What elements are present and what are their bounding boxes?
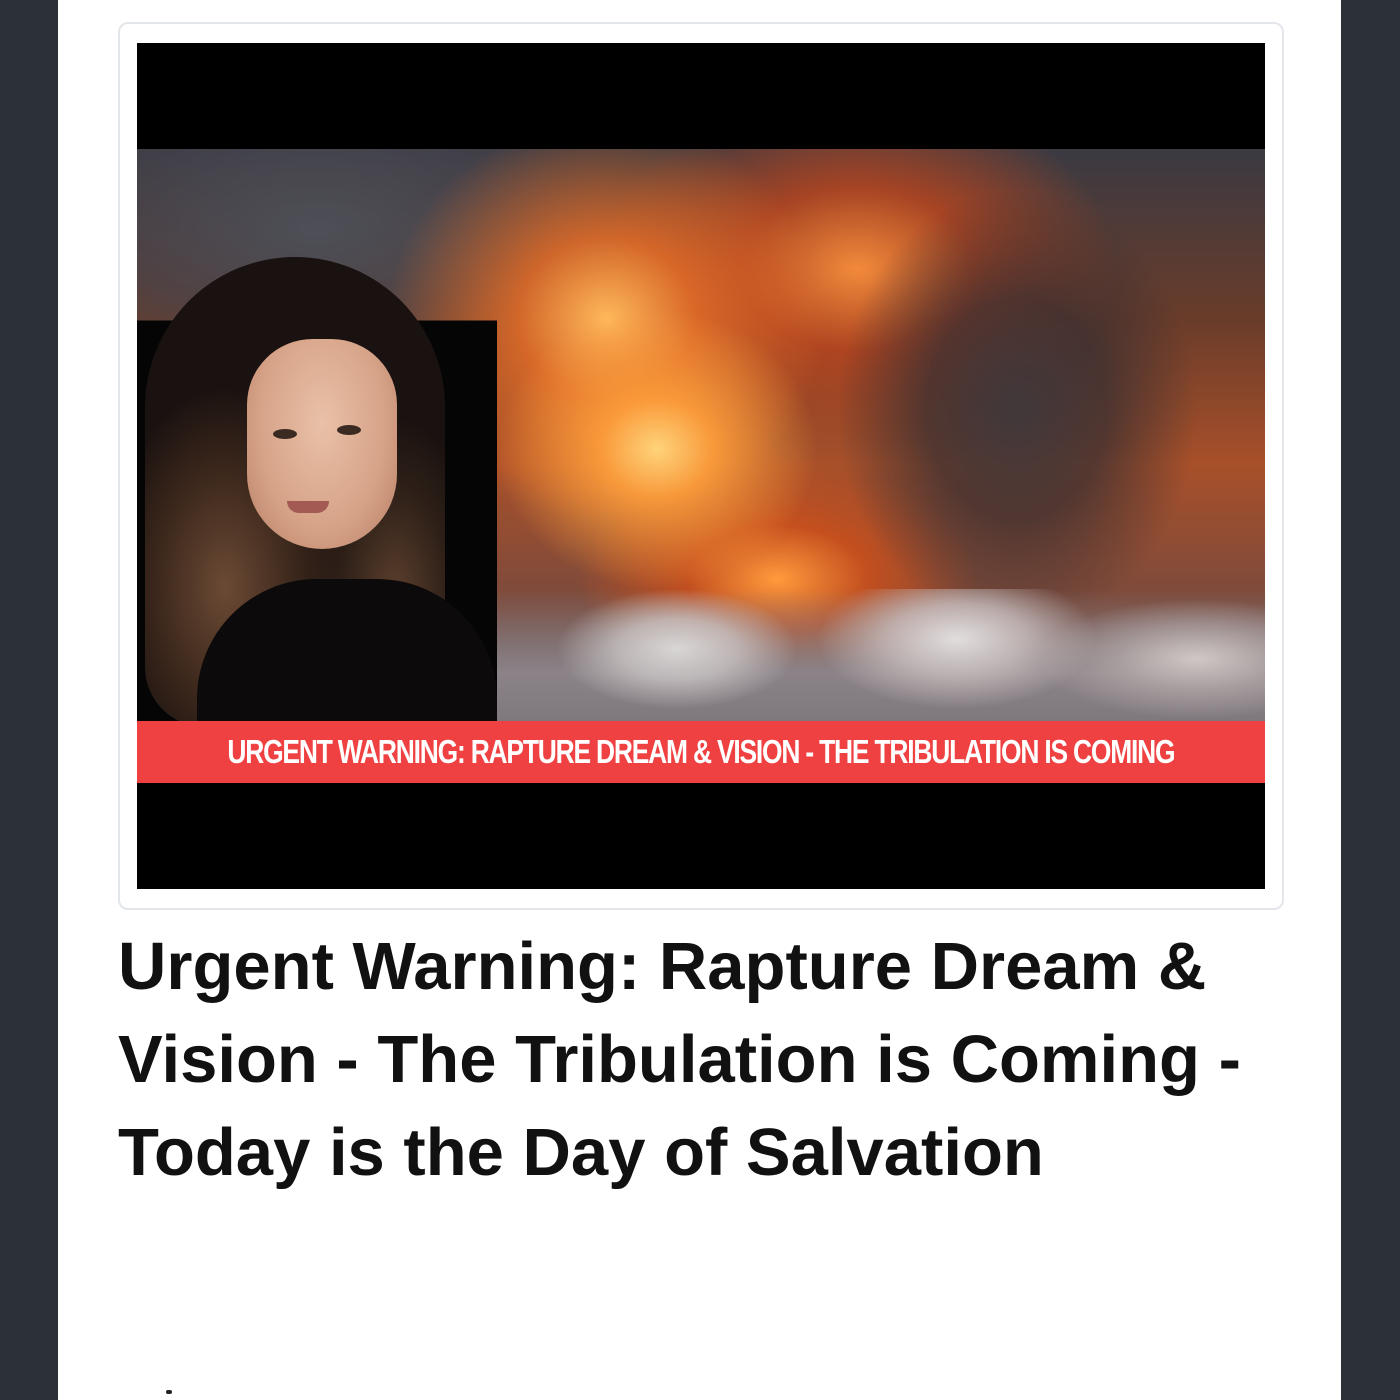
post-title[interactable]: Urgent Warning: Rapture Dream & Vision -…: [118, 920, 1268, 1199]
video-thumbnail[interactable]: URGENT WARNING: RAPTURE DREAM & VISION -…: [137, 43, 1265, 889]
partial-glyph: [166, 1390, 172, 1394]
video-thumbnail-card[interactable]: URGENT WARNING: RAPTURE DREAM & VISION -…: [118, 22, 1284, 910]
post-page: URGENT WARNING: RAPTURE DREAM & VISION -…: [58, 0, 1341, 1400]
white-clouds: [497, 589, 1265, 721]
presenter-right-eye: [337, 425, 361, 435]
thumbnail-banner: URGENT WARNING: RAPTURE DREAM & VISION -…: [137, 721, 1265, 783]
presenter-mouth: [287, 501, 329, 513]
presenter-left-eye: [273, 429, 297, 439]
presenter-image: [137, 149, 497, 729]
presenter-face: [247, 339, 397, 549]
thumbnail-banner-text: URGENT WARNING: RAPTURE DREAM & VISION -…: [227, 733, 1176, 770]
